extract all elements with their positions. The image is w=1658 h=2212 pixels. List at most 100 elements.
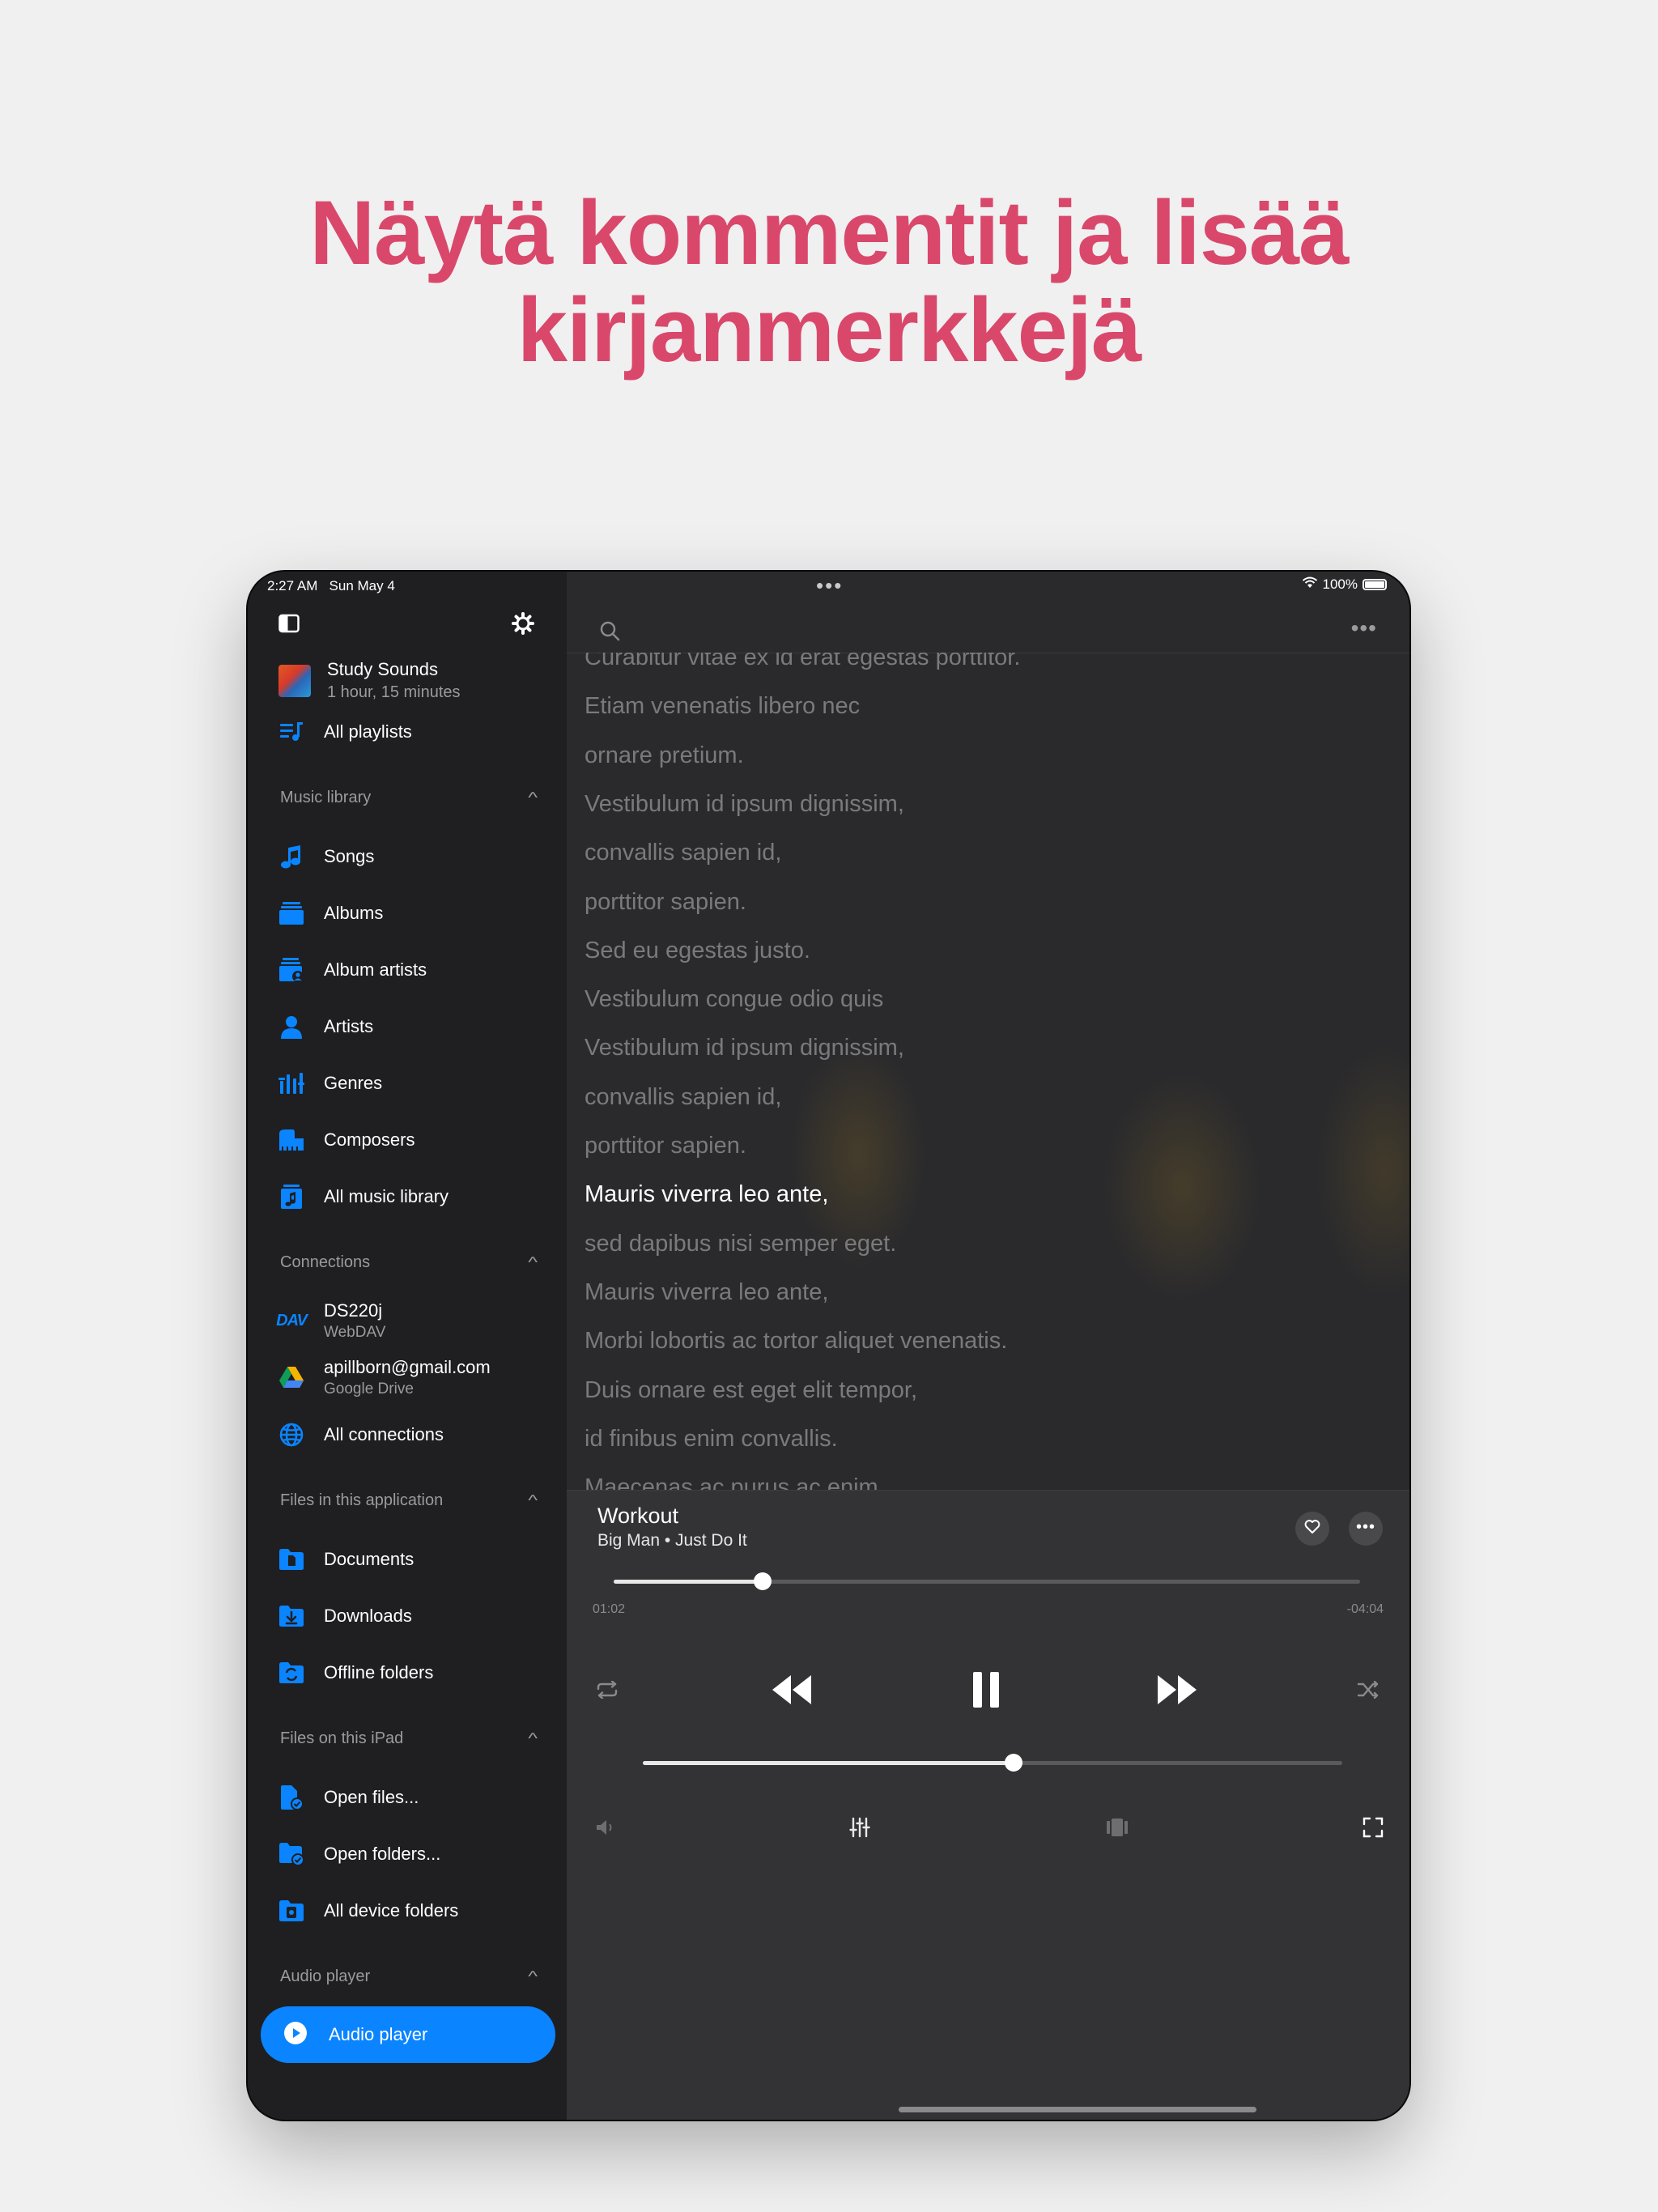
sidebar-icon[interactable] — [278, 614, 300, 637]
lyric-line[interactable]: Duis ornare est eget elit tempor, — [585, 1377, 917, 1404]
sidebar-item-artists[interactable]: Artists — [278, 1010, 373, 1043]
sidebar-item-genres[interactable]: Genres — [278, 1067, 382, 1100]
lyric-line[interactable]: porttitor sapien. — [585, 889, 746, 916]
headline-line-2: kirjanmerkkejä — [517, 279, 1142, 381]
lyric-line[interactable]: Vestibulum id ipsum dignissim, — [585, 791, 904, 818]
sidebar-item-audio-player[interactable]: Audio player — [261, 2006, 555, 2063]
device-folder-icon — [278, 1898, 304, 1924]
play-circle-icon — [283, 2021, 308, 2049]
album-artists-icon — [278, 957, 304, 983]
lyric-line[interactable]: Vestibulum id ipsum dignissim, — [585, 1035, 904, 1061]
chevron-up-icon: ^ — [527, 1730, 538, 1746]
connection-name: DS220j — [324, 1300, 383, 1321]
sidebar-item-ds220j[interactable]: DAV DS220j WebDAV — [276, 1299, 386, 1342]
section-title: Connections — [280, 1253, 371, 1271]
progress-knob[interactable] — [754, 1572, 772, 1590]
globe-icon — [278, 1422, 304, 1448]
sidebar-item-songs[interactable]: Songs — [278, 840, 374, 873]
lyric-line[interactable]: Mauris viverra leo ante, — [585, 1279, 828, 1306]
google-drive-icon — [278, 1364, 304, 1390]
speaker-icon — [595, 1819, 616, 1840]
elapsed-time: 01:02 — [593, 1602, 626, 1616]
sidebar-item-composers[interactable]: Composers — [278, 1124, 414, 1156]
folder-offline-icon — [278, 1660, 304, 1686]
more-icon[interactable]: ••• — [1351, 615, 1377, 641]
volume-slider[interactable] — [643, 1754, 1342, 1772]
lyric-line[interactable]: Vestibulum congue odio quis — [585, 986, 883, 1013]
search-icon[interactable] — [599, 620, 620, 645]
cards-icon — [1105, 1818, 1129, 1841]
lyrics-view[interactable]: Curabitur vitae ex id erat egestas portt… — [567, 653, 1409, 1490]
open-file-icon — [278, 1784, 304, 1810]
lyric-line[interactable]: sed dapibus nisi semper eget. — [585, 1231, 896, 1257]
volume-knob[interactable] — [1004, 1754, 1022, 1772]
lyric-line[interactable]: Morbi lobortis ac tortor aliquet venenat… — [585, 1328, 1007, 1355]
section-connections[interactable]: Connections ^ — [280, 1253, 538, 1272]
lyric-line[interactable]: id finibus enim convallis. — [585, 1426, 838, 1453]
folder-documents-icon — [278, 1546, 304, 1572]
playlist-duration: 1 hour, 15 minutes — [327, 683, 461, 701]
shuffle-button[interactable] — [1352, 1675, 1384, 1708]
section-app-files[interactable]: Files in this application ^ — [280, 1491, 538, 1510]
sidebar-item-label: Album artists — [324, 959, 427, 980]
sidebar-item-offline-folders[interactable]: Offline folders — [278, 1657, 433, 1689]
sidebar-item-open-files[interactable]: Open files... — [278, 1781, 419, 1814]
sidebar-item-all-playlists[interactable]: All playlists — [278, 716, 412, 748]
rewind-button[interactable] — [769, 1670, 814, 1712]
lyric-line[interactable]: convallis sapien id, — [585, 840, 781, 866]
track-more-button[interactable]: ••• — [1349, 1512, 1383, 1546]
section-ipad-files[interactable]: Files on this iPad ^ — [280, 1729, 538, 1748]
volume-button[interactable] — [589, 1814, 622, 1844]
sidebar-item-label: All connections — [324, 1424, 444, 1444]
cover-flow-button[interactable] — [1101, 1814, 1133, 1844]
lyric-line[interactable]: convallis sapien id, — [585, 1084, 781, 1111]
multitask-dots[interactable]: ••• — [816, 573, 843, 598]
now-playing-panel: Workout Big Man • Just Do It ••• 01:02 -… — [567, 1490, 1409, 2120]
lyric-line[interactable]: Maecenas ac purus ac enim — [585, 1474, 878, 1490]
person-icon — [278, 1014, 304, 1040]
lyric-line-current[interactable]: Mauris viverra leo ante, — [585, 1181, 828, 1208]
sidebar-item-all-music-library[interactable]: All music library — [278, 1180, 449, 1213]
progress-slider[interactable] — [614, 1572, 1360, 1590]
pause-icon — [970, 1671, 1002, 1712]
headline-line-1: Näytä kommentit ja lisää — [309, 182, 1349, 283]
open-folder-icon — [278, 1841, 304, 1867]
section-audio-player[interactable]: Audio player ^ — [280, 1967, 538, 1986]
lyric-line[interactable]: Curabitur vitae ex id erat egestas portt… — [585, 653, 1020, 671]
lyric-line[interactable]: Etiam venenatis libero nec — [585, 693, 860, 720]
sidebar-item-albums[interactable]: Albums — [278, 897, 383, 929]
headline: Näytä kommentit ja lisää kirjanmerkkejä — [0, 185, 1658, 379]
fast-forward-button[interactable] — [1154, 1670, 1200, 1712]
section-title: Files on this iPad — [280, 1729, 404, 1747]
sidebar-item-all-connections[interactable]: All connections — [278, 1419, 444, 1451]
equalizer-button[interactable] — [844, 1814, 876, 1844]
lyric-line[interactable]: porttitor sapien. — [585, 1133, 746, 1159]
album-art — [278, 664, 311, 697]
fullscreen-button[interactable] — [1357, 1814, 1389, 1844]
connection-type: WebDAV — [324, 1323, 386, 1341]
connection-name: apillborn@gmail.com — [324, 1356, 491, 1377]
favorite-button[interactable] — [1295, 1512, 1329, 1546]
sidebar-item-open-folders[interactable]: Open folders... — [278, 1838, 440, 1870]
sidebar-item-documents[interactable]: Documents — [278, 1543, 414, 1576]
current-playlist[interactable]: Study Sounds 1 hour, 15 minutes — [278, 659, 461, 702]
pause-button[interactable] — [963, 1669, 1009, 1714]
sidebar: Study Sounds 1 hour, 15 minutes All play… — [248, 572, 567, 2120]
lyric-line[interactable]: ornare pretium. — [585, 742, 744, 769]
music-note-icon — [278, 844, 304, 870]
heart-icon — [1304, 1519, 1320, 1538]
sidebar-item-label: Genres — [324, 1073, 383, 1093]
sidebar-item-label: Open files... — [324, 1787, 419, 1807]
gear-icon[interactable] — [512, 612, 534, 639]
section-music-library[interactable]: Music library ^ — [280, 789, 538, 807]
sidebar-item-all-device-folders[interactable]: All device folders — [278, 1895, 458, 1927]
sidebar-item-downloads[interactable]: Downloads — [278, 1600, 412, 1632]
connection-type: Google Drive — [324, 1380, 414, 1397]
repeat-button[interactable] — [591, 1675, 623, 1708]
player-main: ••• Curabitur vitae ex id erat egestas p… — [567, 572, 1409, 2120]
chevron-up-icon: ^ — [527, 789, 538, 806]
sidebar-item-album-artists[interactable]: Album artists — [278, 954, 427, 986]
lyric-line[interactable]: Sed eu egestas justo. — [585, 938, 810, 964]
sidebar-item-label: All playlists — [324, 721, 412, 742]
sidebar-item-google-drive[interactable]: apillborn@gmail.com Google Drive — [278, 1355, 491, 1399]
